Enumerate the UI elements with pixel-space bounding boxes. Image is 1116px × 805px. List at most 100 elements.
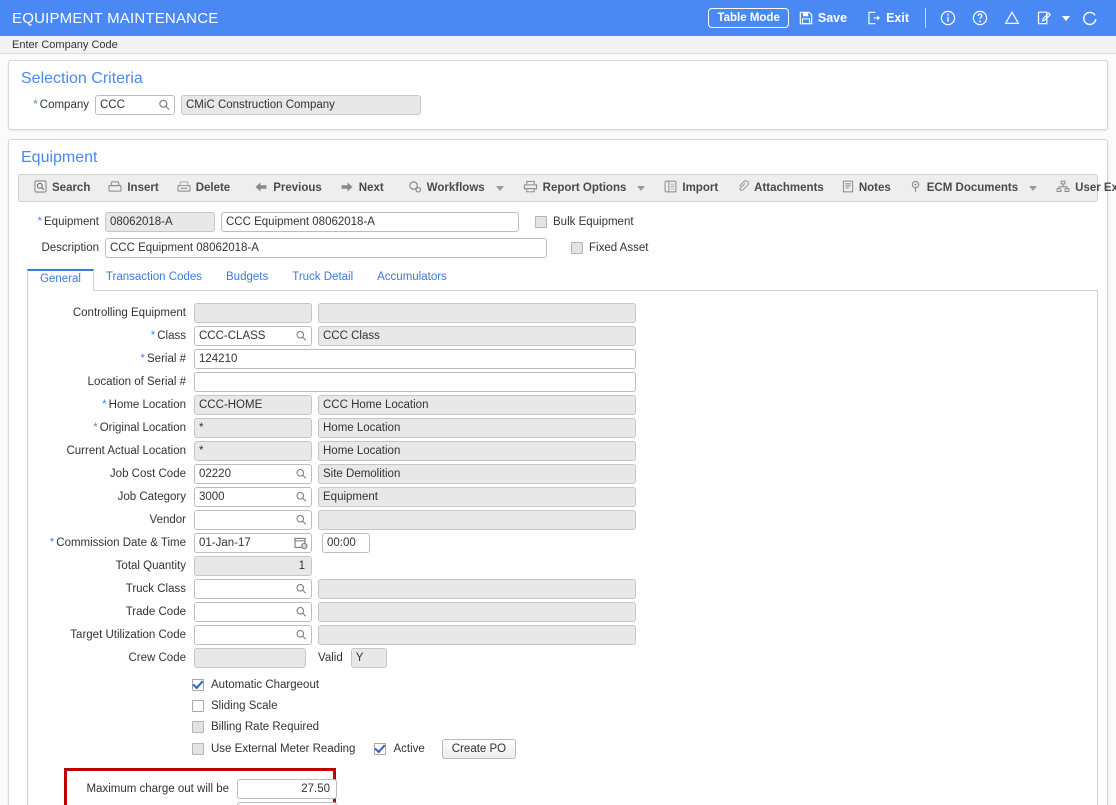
report-options-label: Report Options [542, 182, 627, 194]
note-icon[interactable] [1028, 10, 1060, 26]
save-icon [799, 11, 813, 25]
help-icon[interactable] [964, 10, 996, 26]
sliding-scale-checkbox[interactable] [192, 699, 204, 712]
workflows-button[interactable]: Workflows [399, 175, 494, 201]
search-icon[interactable] [295, 467, 308, 487]
location-of-serial-row: Location of Serial # [28, 370, 1097, 393]
company-label: * Company [27, 99, 89, 111]
next-button[interactable]: Next [331, 175, 393, 201]
report-options-dropdown-caret[interactable] [637, 185, 646, 191]
class-code-value: CCC-CLASS [199, 329, 266, 342]
equipment-name-value: CCC Equipment 08062018-A [226, 216, 375, 228]
arrow-right-icon [340, 181, 354, 196]
trade-code-input[interactable] [194, 601, 312, 625]
use-external-meter-reading-row[interactable]: Use External Meter Reading Active Create… [28, 737, 1097, 761]
delete-button[interactable]: Delete [168, 175, 240, 201]
job-category-row: Job Category 3000 Equipment [28, 485, 1097, 508]
sliding-scale-row[interactable]: Sliding Scale [28, 695, 1097, 716]
exit-label: Exit [886, 11, 909, 25]
import-button[interactable]: Import [655, 175, 727, 201]
fixed-asset-checkbox-wrap[interactable]: Fixed Asset [571, 242, 648, 254]
table-mode-button[interactable]: Table Mode [708, 8, 789, 28]
selection-criteria-title: Selection Criteria [21, 70, 143, 87]
job-cost-code-desc-value: Site Demolition [323, 467, 401, 480]
save-button[interactable]: Save [789, 11, 857, 25]
note-dropdown-caret[interactable] [1062, 15, 1070, 21]
tab-transaction-codes[interactable]: Transaction Codes [94, 268, 214, 290]
printer-icon [523, 180, 538, 196]
previous-label: Previous [273, 182, 322, 194]
automatic-chargeout-checkbox[interactable] [192, 678, 204, 691]
vendor-input[interactable] [194, 509, 312, 533]
search-icon[interactable] [295, 605, 308, 625]
target-utilization-code-input[interactable] [194, 624, 312, 648]
equipment-value-input[interactable]: 12755 [237, 801, 337, 805]
company-code-input[interactable]: CCC [95, 95, 175, 115]
import-icon [664, 180, 677, 196]
billing-rate-required-row[interactable]: Billing Rate Required [28, 716, 1097, 737]
class-row: * Class CCC-CLASS CCC Class [28, 324, 1097, 347]
search-icon[interactable] [295, 513, 308, 533]
previous-button[interactable]: Previous [245, 175, 331, 201]
serial-no-label: * Serial # [28, 353, 188, 365]
exit-button[interactable]: Exit [857, 11, 919, 25]
commission-date-input[interactable]: 01-Jan-17 [194, 532, 312, 556]
commission-time-input[interactable]: 00:00 [322, 532, 370, 553]
truck-class-input[interactable] [194, 578, 312, 602]
use-external-meter-reading-checkbox[interactable] [192, 743, 204, 755]
sliding-scale-label: Sliding Scale [211, 699, 278, 712]
insert-button[interactable]: Insert [99, 175, 167, 201]
maximum-charge-out-input[interactable]: 27.50 [237, 778, 337, 799]
search-icon[interactable] [295, 582, 308, 602]
selection-criteria-panel: Selection Criteria * Company CCC CMiC Con… [8, 60, 1108, 130]
report-options-button[interactable]: Report Options [514, 175, 636, 201]
refresh-icon[interactable] [1074, 10, 1106, 26]
ecm-documents-dropdown-caret[interactable] [1029, 185, 1038, 191]
total-quantity-row: Total Quantity 1 [28, 554, 1097, 577]
import-label: Import [682, 182, 719, 194]
workflows-dropdown-caret[interactable] [495, 185, 504, 191]
commission-date-time-row: * Commission Date & Time 01-Jan-17 00:00 [28, 531, 1097, 554]
fixed-asset-checkbox[interactable] [571, 242, 583, 254]
billing-rate-required-checkbox[interactable] [192, 720, 204, 733]
tab-budgets[interactable]: Budgets [214, 268, 280, 290]
commission-date-time-label: * Commission Date & Time [28, 537, 188, 549]
notes-button[interactable]: Notes [833, 175, 900, 201]
calendar-icon[interactable] [294, 536, 308, 556]
serial-no-input[interactable]: 124210 [194, 348, 636, 369]
controlling-equipment-row: Controlling Equipment [28, 301, 1097, 324]
original-location-label: * Original Location [28, 422, 188, 434]
class-code-input[interactable]: CCC-CLASS [194, 325, 312, 349]
ecm-documents-button[interactable]: ECM Documents [900, 175, 1027, 201]
attachments-button[interactable]: Attachments [727, 175, 833, 201]
original-location-desc-value: Home Location [323, 421, 401, 434]
trade-code-desc-field [318, 601, 636, 622]
description-input[interactable]: CCC Equipment 08062018-A [105, 238, 547, 258]
bulk-equipment-checkbox-wrap[interactable]: Bulk Equipment [535, 216, 634, 228]
automatic-chargeout-row[interactable]: Automatic Chargeout [28, 674, 1097, 695]
tab-general[interactable]: General [27, 269, 94, 291]
commission-time-value: 00:00 [327, 536, 356, 549]
active-checkbox[interactable] [374, 743, 387, 755]
search-icon [34, 180, 47, 196]
location-of-serial-input[interactable] [194, 371, 636, 392]
class-label: * Class [28, 330, 188, 342]
search-icon[interactable] [158, 98, 171, 118]
bulk-equipment-checkbox[interactable] [535, 216, 547, 228]
search-icon[interactable] [295, 628, 308, 648]
delete-icon [177, 180, 191, 196]
warning-icon[interactable] [996, 10, 1028, 26]
search-icon[interactable] [295, 490, 308, 510]
equipment-name-input[interactable]: CCC Equipment 08062018-A [221, 212, 519, 232]
tab-accumulators[interactable]: Accumulators [365, 268, 459, 290]
user-extensions-button[interactable]: User Extensions [1047, 175, 1116, 201]
automatic-chargeout-label: Automatic Chargeout [211, 678, 320, 691]
info-icon[interactable] [932, 10, 964, 26]
create-po-button[interactable]: Create PO [441, 739, 517, 759]
search-button[interactable]: Search [25, 175, 99, 201]
job-cost-code-input[interactable]: 02220 [194, 463, 312, 487]
job-category-input[interactable]: 3000 [194, 486, 312, 510]
tab-truck-detail[interactable]: Truck Detail [280, 268, 365, 290]
search-icon[interactable] [295, 329, 308, 349]
page-body: Selection Criteria * Company CCC CMiC Con… [0, 54, 1116, 805]
